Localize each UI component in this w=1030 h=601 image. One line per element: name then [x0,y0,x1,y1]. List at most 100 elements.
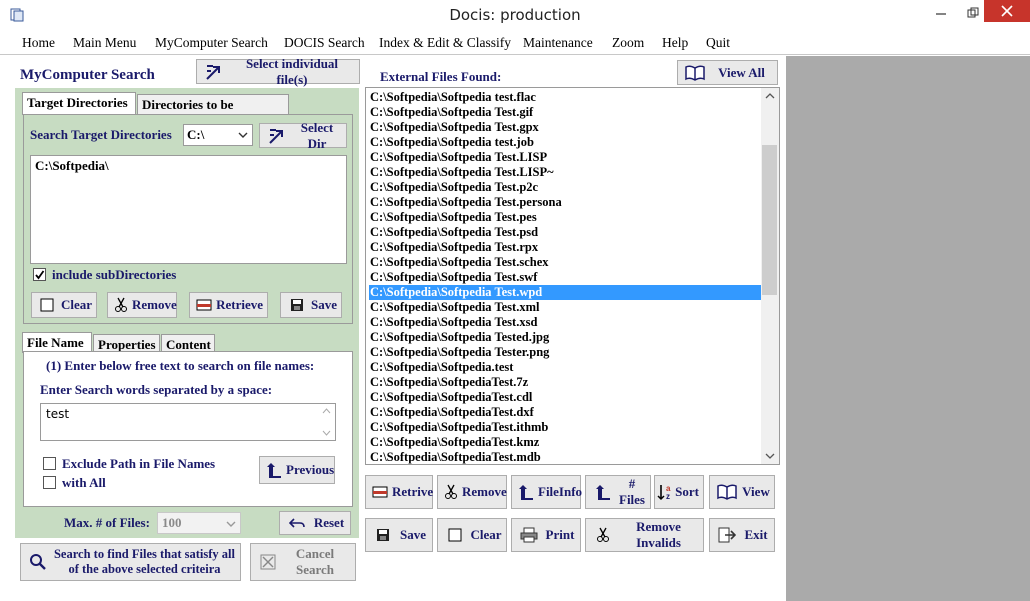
clear-dirs-button[interactable]: Clear [31,292,97,318]
file-list-row[interactable]: C:\Softpedia\Softpedia Test.pes [369,210,762,225]
print-button[interactable]: Print [511,518,581,552]
menu-mycomputer-search[interactable]: MyComputer Search [155,35,268,51]
file-list-row[interactable]: C:\Softpedia\SoftpediaTest.mdb [369,450,762,464]
book-icon [684,62,706,84]
file-list-row[interactable]: C:\Softpedia\Softpedia test.flac [369,90,762,105]
menu-main-menu[interactable]: Main Menu [73,35,136,51]
file-list-row[interactable]: C:\Softpedia\Softpedia Test.swf [369,270,762,285]
max-files-label: Max. # of Files: [64,515,150,530]
file-list-row[interactable]: C:\Softpedia\Softpedia Test.psd [369,225,762,240]
with-all-checkbox[interactable] [43,476,56,489]
cancel-search-button[interactable]: Cancel Search [250,543,356,581]
view-all-button[interactable]: View All [677,60,778,85]
menu-maintenance[interactable]: Maintenance [523,35,593,51]
sort-button[interactable]: az Sort [654,475,704,509]
menu-help[interactable]: Help [662,35,688,51]
menu-index-edit-classify[interactable]: Index & Edit & Classify [379,35,511,51]
file-list-row[interactable]: C:\Softpedia\SoftpediaTest.cdl [369,390,762,405]
file-list-row[interactable]: C:\Softpedia\Softpedia Test.schex [369,255,762,270]
file-list-row[interactable]: C:\Softpedia\Softpedia Test.xml [369,300,762,315]
exit-button[interactable]: Exit [709,518,775,552]
remove-dir-label: Remove [132,297,177,312]
retrive-label: Retrive [392,484,434,499]
scroll-up-icon[interactable] [765,93,775,99]
list-item[interactable]: C:\Softpedia\ [35,158,109,174]
save-dirs-label: Save [311,297,337,312]
clear-dirs-label: Clear [60,297,92,312]
scrollbar-thumb[interactable] [762,145,777,295]
file-list-row[interactable]: C:\Softpedia\Softpedia Test.gpx [369,120,762,135]
file-list-row[interactable]: C:\Softpedia\Softpedia Tester.png [369,345,762,360]
menu-quit[interactable]: Quit [706,35,730,51]
file-list-row[interactable]: C:\Softpedia\Softpedia Test.p2c [369,180,762,195]
file-list-row[interactable]: C:\Softpedia\Softpedia Test.xsd [369,315,762,330]
menu-zoom[interactable]: Zoom [612,35,644,51]
select-files-icon [203,61,225,83]
search-words-value: test [46,407,70,421]
tab-file-name[interactable]: File Name [22,332,92,353]
scroll-up-icon[interactable] [322,408,331,414]
remove-file-button[interactable]: Remove [437,475,507,509]
chevron-down-icon [226,521,236,527]
book-icon [716,481,738,503]
file-list-row[interactable]: C:\Softpedia\Softpedia Test.rpx [369,240,762,255]
minimize-button[interactable] [926,0,956,26]
file-list-row[interactable]: C:\Softpedia\Softpedia Test.gif [369,105,762,120]
search-button-label: Search to find Files that satisfy all of… [53,547,236,576]
tab-target-directories[interactable]: Target Directories [22,92,136,115]
window-title: Docis: production [449,6,581,24]
clear-icon [444,524,466,546]
exclude-path-label: Exclude Path in File Names [62,456,216,471]
drive-select[interactable]: C:\ [183,124,253,146]
file-list-row[interactable]: C:\Softpedia\Softpedia Test.wpd [369,285,762,300]
scroll-down-icon[interactable] [765,453,775,459]
menu-docis-search[interactable]: DOCIS Search [284,35,365,51]
previous-button[interactable]: Previous [259,456,335,484]
select-files-button[interactable]: Select individual file(s) [196,56,360,87]
save-list-button[interactable]: Save [365,518,433,552]
remove-dir-button[interactable]: Remove [107,292,177,318]
include-subdirs-label: include subDirectories [52,267,177,282]
clear-list-label: Clear [470,527,502,542]
file-list-row[interactable]: C:\Softpedia\Softpedia Tested.jpg [369,330,762,345]
checkmark-icon [35,270,45,280]
file-list-row[interactable]: C:\Softpedia\Softpedia.test [369,360,762,375]
search-button[interactable]: Search to find Files that satisfy all of… [20,543,241,581]
remove-invalids-label: Remove Invalids [636,519,681,550]
tab-directories-excluded[interactable]: Directories to be Excluded [137,94,289,128]
file-list-row[interactable]: C:\Softpedia\SoftpediaTest.ithmb [369,420,762,435]
close-icon [1001,5,1013,17]
enter-words-label: Enter Search words separated by a space: [40,382,273,397]
scissors-icon [444,481,458,503]
search-words-input[interactable]: test [40,403,336,441]
clear-list-button[interactable]: Clear [437,518,507,552]
directories-list[interactable]: C:\Softpedia\ [30,155,347,264]
exclude-path-checkbox[interactable] [43,457,56,470]
files-list[interactable]: C:\Softpedia\Softpedia test.flac C:\Softp… [365,87,780,465]
max-files-select[interactable]: 100 [157,512,241,534]
retrive-button[interactable]: Retrive [365,475,433,509]
floppy-icon [287,294,307,316]
view-button[interactable]: View [709,475,775,509]
fileinfo-button[interactable]: FileInfo [511,475,582,509]
exit-label: Exit [744,527,768,542]
file-list-row[interactable]: C:\Softpedia\SoftpediaTest.kmz [369,435,762,450]
save-dirs-button[interactable]: Save [280,292,342,318]
close-button[interactable] [984,0,1030,22]
file-list-row[interactable]: C:\Softpedia\Softpedia test.job [369,135,762,150]
file-list-row[interactable]: C:\Softpedia\SoftpediaTest.7z [369,375,762,390]
view-label: View [742,484,770,499]
file-list-row[interactable]: C:\Softpedia\SoftpediaTest.dxf [369,405,762,420]
include-subdirs-checkbox[interactable] [33,268,46,281]
retrieve-dirs-button[interactable]: Retrieve [189,292,268,318]
scroll-down-icon[interactable] [322,430,331,436]
previous-label: Previous [286,462,335,477]
menu-home[interactable]: Home [22,35,55,51]
count-files-button[interactable]: # Files [585,475,651,509]
select-dir-button[interactable]: Select Dir [259,120,347,151]
file-list-row[interactable]: C:\Softpedia\Softpedia Test.LISP [369,150,762,165]
file-list-row[interactable]: C:\Softpedia\Softpedia Test.LISP~ [369,165,762,180]
remove-invalids-button[interactable]: Remove Invalids [585,518,704,552]
reset-button[interactable]: Reset [279,511,351,535]
file-list-row[interactable]: C:\Softpedia\Softpedia Test.persona [369,195,762,210]
